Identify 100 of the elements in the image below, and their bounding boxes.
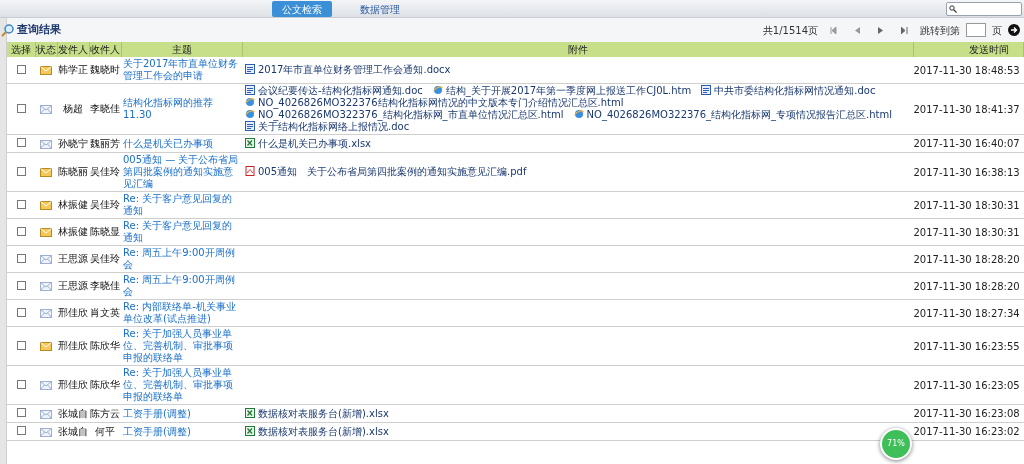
- column-header: 发送时间: [969, 44, 1009, 55]
- document-icon: [701, 85, 712, 95]
- attachment-link[interactable]: 结构_关于开展2017年第一季度网上报送工作CJ0L.htm: [432, 85, 692, 97]
- document-icon: [245, 64, 255, 74]
- sender-name: 陈晓丽: [58, 166, 88, 177]
- attachment-link[interactable]: 关于公布省局第四批案例的通知实施意见汇编.pdf: [307, 166, 527, 178]
- jump-label: 跳转到第: [920, 23, 960, 38]
- send-time: 2017-11-30 16:23:55: [913, 340, 1020, 352]
- sender-name: 杨超: [63, 103, 83, 114]
- attachment-link[interactable]: 什么是机关已办事项.xlsx: [245, 137, 371, 150]
- send-time: 2017-11-30 18:30:31: [913, 226, 1020, 238]
- previous-page-icon[interactable]: [855, 26, 860, 34]
- subject-link[interactable]: 什么是机关已办事项: [123, 137, 242, 150]
- checkbox[interactable]: [16, 226, 26, 236]
- attachment-link[interactable]: 数据核对表服务台(新增).xlsx: [245, 407, 389, 420]
- checkbox[interactable]: [16, 103, 26, 113]
- checkbox[interactable]: [16, 280, 26, 290]
- subject-link[interactable]: 工资手册(调整): [123, 407, 242, 420]
- send-time: 2017-11-30 18:28:20: [913, 280, 1020, 292]
- send-time: 2017-11-30 16:38:13: [913, 166, 1020, 178]
- checkbox[interactable]: [16, 379, 26, 389]
- sender-name: 王思源: [58, 280, 88, 291]
- last-page-icon[interactable]: [901, 26, 908, 34]
- sender-name: 邢佳欣: [58, 340, 88, 351]
- subject-link[interactable]: Re: 关于客户意见回复的通知: [123, 220, 242, 244]
- subject-link[interactable]: 工资手册(调整): [123, 425, 242, 438]
- column-header: 附件: [567, 44, 588, 55]
- search-field[interactable]: [946, 2, 1022, 16]
- page-label: 页: [992, 23, 1002, 38]
- sender-name: 张城自: [58, 407, 88, 419]
- sender-name: 邢佳欣: [58, 379, 88, 390]
- search-icon: [949, 5, 957, 13]
- attachment-link[interactable]: 中共市委结构化指标网情况通知.doc: [701, 85, 876, 97]
- recipient-name: 肖文英: [90, 307, 120, 318]
- checkbox[interactable]: [16, 340, 26, 350]
- send-time: 2017-11-30 16:23:05: [913, 379, 1020, 391]
- page-info: 共1/1514页: [762, 23, 818, 38]
- page-input[interactable]: [966, 23, 986, 37]
- sender-name: 王思源: [58, 253, 88, 264]
- checkbox[interactable]: [16, 138, 26, 147]
- spreadsheet-icon: [245, 137, 255, 148]
- checkbox[interactable]: [16, 64, 26, 74]
- tab[interactable]: 数据管理: [350, 1, 410, 17]
- checkbox[interactable]: [16, 426, 26, 435]
- sender-name: 林振健: [58, 199, 88, 210]
- subject-link[interactable]: Re: 关于加强人员事业单位、完善机制、审批事项申报的联络单: [123, 367, 242, 403]
- next-page-icon[interactable]: [878, 26, 883, 34]
- tab[interactable]: 公文检索: [272, 1, 332, 17]
- document-icon: [245, 85, 255, 95]
- globe-icon: [573, 109, 584, 119]
- subject-link[interactable]: 005通知 — 关于公布省局第四批案例的通知实施意见汇编: [123, 154, 242, 190]
- subject-link[interactable]: Re: 周五上午9:00开周例会: [123, 274, 242, 298]
- column-header: 状态: [36, 44, 56, 55]
- page-title: 查询结果: [17, 21, 61, 38]
- attachment-link[interactable]: 005通知: [245, 166, 298, 178]
- recipient-name: 魏晓时: [90, 64, 120, 75]
- checkbox[interactable]: [16, 307, 26, 317]
- recipient-name: 陈欣华: [90, 340, 120, 351]
- recipient-name: 陈欣华: [90, 379, 120, 390]
- checkbox[interactable]: [16, 408, 26, 417]
- go-icon[interactable]: [1008, 24, 1020, 36]
- recipient-name: 魏丽芳: [90, 137, 120, 149]
- recipient-name: 吴佳玲: [90, 253, 120, 264]
- send-time: 2017-11-30 18:30:31: [913, 199, 1020, 211]
- send-time: 2017-11-30 18:28:20: [913, 253, 1020, 265]
- checkbox[interactable]: [16, 199, 26, 209]
- subject-link[interactable]: Re: 关于客户意见回复的通知: [123, 193, 242, 217]
- sender-name: 张城自: [58, 425, 88, 437]
- first-page-icon[interactable]: [830, 26, 837, 34]
- attachment-link[interactable]: 2017年市直单位财务管理工作会通知.docx: [245, 64, 451, 76]
- attachment-link[interactable]: 关于结构化指标网络上报情况.doc: [245, 121, 410, 133]
- attachment-link[interactable]: NO_4026826MO322376_结构化指标网_专项情况报告汇总区.html: [573, 109, 893, 121]
- recipient-name: 吴佳玲: [90, 166, 120, 177]
- recipient-name: 何平: [95, 425, 115, 437]
- recipient-name: 吴佳玲: [90, 199, 120, 210]
- subject-link[interactable]: Re: 关于加强人员事业单位、完善机制、审批事项申报的联络单: [123, 328, 242, 364]
- recipient-name: 李晓佳: [90, 280, 120, 291]
- magnifier-icon: [1, 23, 15, 37]
- column-header: 发件人: [58, 44, 88, 55]
- send-time: 2017-11-30 18:41:37: [913, 103, 1020, 115]
- send-time: 2017-11-30 16:40:07: [913, 138, 1020, 149]
- checkbox[interactable]: [16, 166, 26, 176]
- subject-link[interactable]: 结构化指标网的推荐 11.30: [123, 97, 242, 121]
- subject-link[interactable]: Re: 周五上午9:00开周例会: [123, 247, 242, 271]
- subject-link[interactable]: Re: 内部联络单-机关事业单位改革(试点推进): [123, 301, 242, 325]
- attachment-link[interactable]: NO_4026826MO322376结构化指标网情况的中文版本专门介绍情况汇总区.html: [245, 97, 624, 109]
- subject-link[interactable]: 关于2017年市直单位财务管理工作会的申请: [123, 58, 242, 82]
- send-time: 2017-11-30 18:27:34: [913, 307, 1020, 319]
- attachment-link[interactable]: 会议纪要传达-结构化指标网通知.doc: [245, 85, 423, 97]
- send-time: 2017-11-30 16:23:08: [913, 408, 1020, 419]
- attachment-link[interactable]: 数据核对表服务台(新增).xlsx: [245, 425, 389, 438]
- sender-name: 邢佳欣: [58, 307, 88, 318]
- document-icon: [245, 121, 255, 131]
- recipient-name: 李晓佳: [90, 103, 120, 114]
- globe-icon: [245, 109, 255, 119]
- checkbox[interactable]: [16, 253, 26, 263]
- attachment-link[interactable]: NO_4026826MO322376_结构化指标网_市直单位情况汇总区.html: [245, 109, 564, 121]
- globe-icon: [432, 85, 443, 95]
- globe-icon: [245, 97, 255, 107]
- sender-name: 韩学正: [58, 64, 88, 75]
